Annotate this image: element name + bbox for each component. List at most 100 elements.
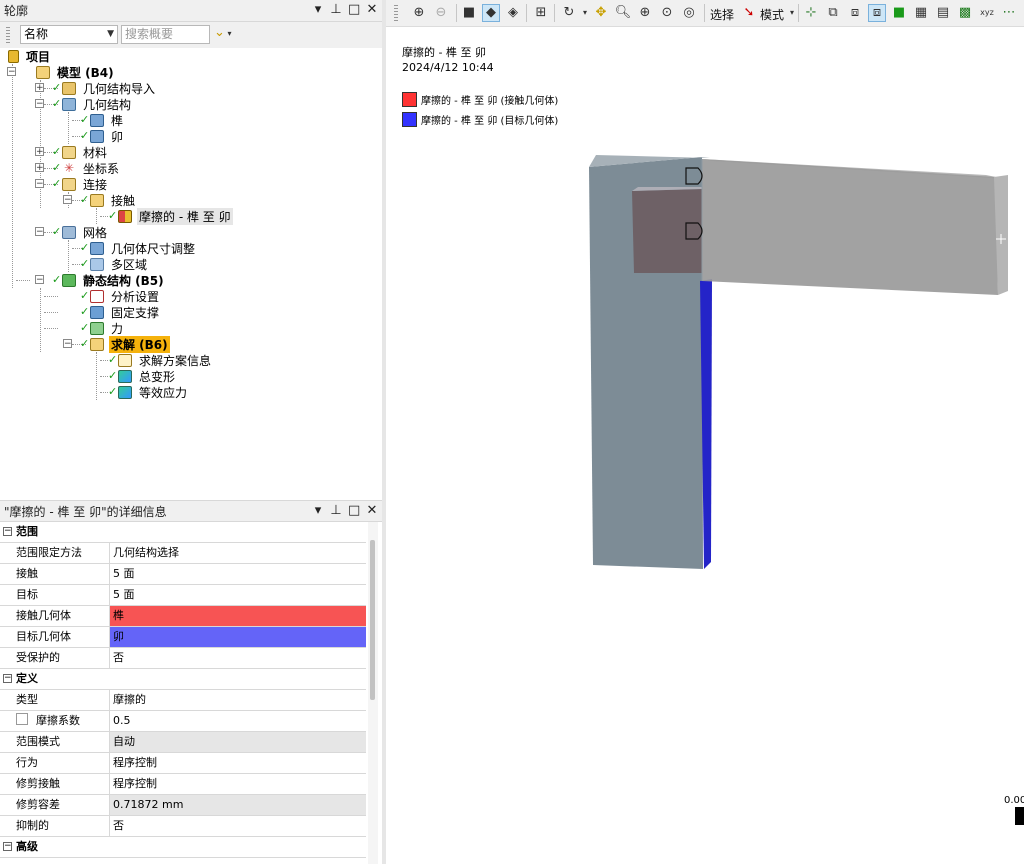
select-element-icon[interactable]: ▤ bbox=[934, 4, 952, 22]
select-edge-icon[interactable]: ⧉ bbox=[824, 4, 842, 22]
property-value[interactable]: 自动 bbox=[110, 732, 366, 752]
tenon-inner bbox=[632, 189, 702, 273]
property-value[interactable]: 否 bbox=[110, 648, 366, 668]
select-label[interactable]: 选择 bbox=[710, 6, 734, 23]
property-value[interactable]: 几何结构选择 bbox=[110, 543, 366, 563]
details-row[interactable]: 受保护的否 bbox=[0, 648, 366, 669]
select-element-face-icon[interactable]: ▦ bbox=[912, 4, 930, 22]
graphics-viewport[interactable]: 摩擦的 - 榫 至 卯 2024/4/12 10:44 摩擦的 - 榫 至 卯 … bbox=[386, 27, 1024, 864]
select-mode-icon[interactable]: ➘ bbox=[740, 4, 758, 22]
property-value[interactable]: 摩擦的 bbox=[110, 690, 366, 710]
static-structural-icon bbox=[62, 273, 76, 287]
property-value[interactable]: 5 面 bbox=[110, 585, 366, 605]
tree-item-equivalent-stress[interactable]: 等效应力 bbox=[118, 384, 189, 400]
shaded-icon[interactable]: ■ bbox=[460, 4, 478, 22]
tree-item-solution[interactable]: 求解 (B6) bbox=[90, 335, 170, 353]
tree-item-project[interactable]: 项目 bbox=[8, 48, 52, 64]
select-vertex-icon[interactable]: ⊹ bbox=[802, 4, 820, 22]
tree-item-solution-information[interactable]: 求解方案信息 bbox=[118, 352, 213, 368]
wireframe-icon[interactable]: ◈ bbox=[504, 4, 522, 22]
tree-item-contacts[interactable]: 接触 bbox=[90, 192, 137, 208]
tree-item-tenon[interactable]: 榫 bbox=[90, 112, 125, 128]
zoom-box-icon[interactable]: ⊙ bbox=[658, 4, 676, 22]
zoom-out-icon[interactable]: ⊖ bbox=[432, 4, 450, 22]
extend-selection-icon[interactable]: ⋯ bbox=[1000, 4, 1018, 22]
maximize-icon[interactable]: □ bbox=[348, 2, 360, 17]
parameter-checkbox[interactable] bbox=[16, 713, 28, 725]
panel-menu-icon[interactable]: ▾ bbox=[312, 2, 324, 17]
tree-item-analysis-settings[interactable]: 分析设置 bbox=[90, 288, 161, 304]
property-value[interactable]: 5 面 bbox=[110, 564, 366, 584]
tree-item-geometry[interactable]: 几何结构 bbox=[62, 96, 133, 112]
collapse-icon[interactable]: − bbox=[3, 674, 12, 683]
box-zoom-icon[interactable]: ⊞ bbox=[532, 4, 550, 22]
collapse-icon[interactable]: − bbox=[3, 842, 12, 851]
details-row[interactable]: 摩擦系数 0.5 bbox=[0, 711, 366, 732]
details-row[interactable]: 范围模式 自动 bbox=[0, 732, 366, 753]
property-name: 接触 bbox=[0, 564, 110, 584]
close-icon[interactable]: ✕ bbox=[366, 503, 378, 518]
shaded-edges-icon[interactable]: ◆ bbox=[482, 4, 500, 22]
panel-menu-icon[interactable]: ▾ bbox=[312, 503, 324, 518]
details-row[interactable]: 行为 程序控制 bbox=[0, 753, 366, 774]
select-body-icon[interactable]: ⧈ bbox=[868, 4, 886, 22]
details-row[interactable]: 类型 摩擦的 bbox=[0, 690, 366, 711]
tree-item-model[interactable]: 模型 (B4) bbox=[36, 64, 116, 80]
property-value[interactable]: 0.71872 mm bbox=[110, 795, 366, 815]
coordinate-xyz-icon[interactable]: xyz bbox=[978, 4, 996, 22]
tree-item-materials[interactable]: 材料 bbox=[62, 144, 109, 160]
toolbar-grip[interactable] bbox=[6, 27, 10, 43]
model-graphics[interactable] bbox=[386, 27, 1024, 864]
search-input[interactable]: 搜索概要 bbox=[121, 25, 210, 44]
tree-item-friction-contact[interactable]: 摩擦的 - 榫 至 卯 bbox=[118, 207, 233, 225]
tree-item-connections[interactable]: 连接 bbox=[62, 176, 109, 192]
details-scroll-thumb[interactable] bbox=[370, 540, 375, 700]
property-value[interactable]: 榫 bbox=[110, 606, 366, 626]
details-section-header[interactable]: − 高级 bbox=[0, 837, 366, 858]
property-value[interactable]: 程序控制 bbox=[110, 753, 366, 773]
zoom-fit-icon[interactable]: ⊕ bbox=[410, 4, 428, 22]
property-value[interactable]: 卯 bbox=[110, 627, 366, 647]
scale-label: 0.00 bbox=[1004, 795, 1024, 806]
details-row[interactable]: 修剪接触 程序控制 bbox=[0, 774, 366, 795]
select-node-icon[interactable]: ■ bbox=[890, 4, 908, 22]
property-value[interactable]: 程序控制 bbox=[110, 774, 366, 794]
details-section-header[interactable]: − 范围 bbox=[0, 522, 366, 543]
close-icon[interactable]: ✕ bbox=[366, 2, 378, 17]
tree-item-mesh[interactable]: 网格 bbox=[62, 224, 109, 240]
select-mesh-icon[interactable]: ▩ bbox=[956, 4, 974, 22]
search-expand-icon[interactable]: ⌄ ▾ bbox=[214, 25, 244, 44]
details-row[interactable]: 目标几何体卯 bbox=[0, 627, 366, 648]
tree-item-static-structural[interactable]: 静态结构 (B5) bbox=[62, 272, 166, 288]
tree-item-force[interactable]: 力 bbox=[90, 320, 125, 336]
collapse-icon[interactable]: − bbox=[3, 527, 12, 536]
pin-icon[interactable]: ⊥ bbox=[330, 503, 342, 518]
details-section-header[interactable]: − 定义 bbox=[0, 669, 366, 690]
mode-menu[interactable]: 模式 bbox=[760, 6, 784, 23]
pan-icon[interactable]: ✥ bbox=[592, 4, 610, 22]
tree-item-body-sizing[interactable]: 几何体尺寸调整 bbox=[90, 240, 197, 256]
property-name: 范围模式 bbox=[0, 732, 110, 752]
tree-item-fixed-support[interactable]: 固定支撑 bbox=[90, 304, 161, 320]
zoom-in-icon[interactable]: ⊕ bbox=[636, 4, 654, 22]
tree-item-coordinate-systems[interactable]: ✳ 坐标系 bbox=[62, 160, 121, 176]
details-row[interactable]: 接触几何体榫 bbox=[0, 606, 366, 627]
property-value[interactable]: 0.5 bbox=[110, 711, 366, 731]
maximize-icon[interactable]: □ bbox=[348, 503, 360, 518]
details-row[interactable]: 目标 5 面 bbox=[0, 585, 366, 606]
details-row[interactable]: 接触 5 面 bbox=[0, 564, 366, 585]
graphics-toolbar: ⊕ ⊖ ■ ◆ ◈ ⊞ ↻ ▾ ✥ 🔍︎ ⊕ ⊙ ◎ 选择 ➘ 模式 ▾ ⊹ ⧉… bbox=[386, 0, 1024, 27]
tree-item-total-deformation[interactable]: 总变形 bbox=[118, 368, 177, 384]
details-row[interactable]: 范围限定方法 几何结构选择 bbox=[0, 543, 366, 564]
tree-item-multizone[interactable]: 多区域 bbox=[90, 256, 149, 272]
zoom-to-fit-icon[interactable]: ◎ bbox=[680, 4, 698, 22]
pin-icon[interactable]: ⊥ bbox=[330, 2, 342, 17]
zoom-icon[interactable]: 🔍︎ bbox=[614, 4, 632, 22]
property-value[interactable]: 否 bbox=[110, 816, 366, 836]
details-row[interactable]: 抑制的否 bbox=[0, 816, 366, 837]
filter-type-select[interactable]: 名称 ▼ bbox=[20, 25, 118, 44]
select-face-icon[interactable]: ⧈ bbox=[846, 4, 864, 22]
tree-item-geometry-import[interactable]: 几何结构导入 bbox=[62, 80, 157, 96]
details-row[interactable]: 修剪容差 0.71872 mm bbox=[0, 795, 366, 816]
tree-item-mortise[interactable]: 卯 bbox=[90, 128, 125, 144]
